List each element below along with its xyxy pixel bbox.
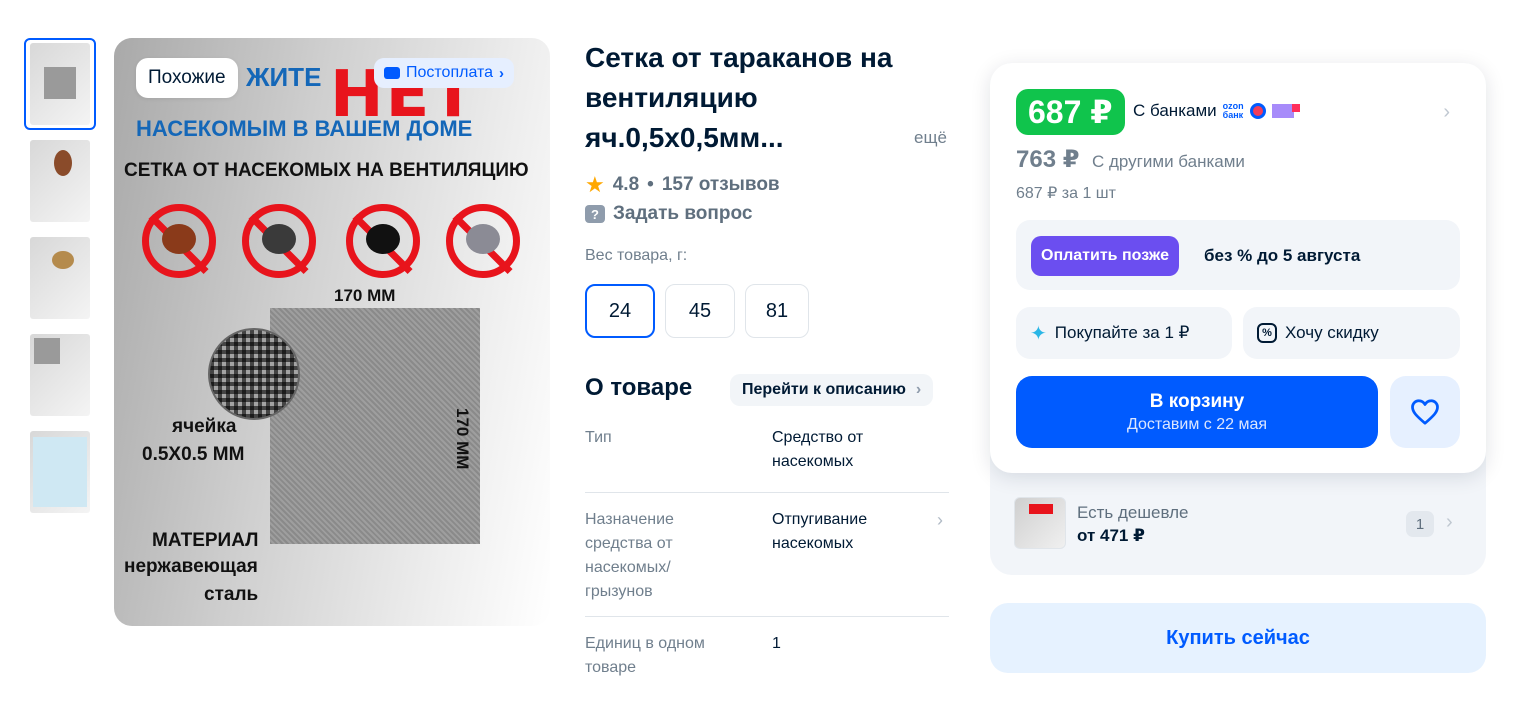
want-discount-label: Хочу скидку xyxy=(1285,323,1379,342)
thumbnail-list xyxy=(24,38,96,523)
chevron-right-icon: › xyxy=(499,64,505,82)
cheaper-offer-thumbnail xyxy=(1014,497,1066,549)
weight-options: 24 45 81 xyxy=(585,284,809,338)
pay-later-block: Оплатить позже без % до 5 августа xyxy=(1016,220,1460,290)
with-banks-link[interactable]: С банками ozon банк xyxy=(1133,101,1300,121)
weight-label: Вес товара, г: xyxy=(585,247,688,264)
ozon-bank-logo: ozon банк xyxy=(1222,101,1244,120)
ask-question-link[interactable]: ? Задать вопрос xyxy=(585,203,752,225)
spec-row: Единиц в одном товаре 1 xyxy=(585,632,949,680)
cockroach-icon xyxy=(162,224,196,254)
pay-later-button[interactable]: Оплатить позже xyxy=(1031,236,1179,276)
thumbnail-1[interactable] xyxy=(24,38,96,130)
buy-for-1-label: Покупайте за 1 ₽ xyxy=(1054,323,1190,342)
weight-option-24[interactable]: 24 xyxy=(585,284,655,338)
image-material-text: нержавеющая xyxy=(124,556,258,577)
thumbnail-3[interactable] xyxy=(24,232,96,324)
image-headline-text: ЖИТЕ xyxy=(246,62,322,92)
price-card: 687 ₽ С банками ozon банк › 763 ₽ С други… xyxy=(990,63,1486,473)
mouse-icon xyxy=(466,224,500,254)
heart-icon xyxy=(1411,399,1439,425)
with-banks-label: С банками xyxy=(1133,101,1217,120)
thumbnail-5[interactable] xyxy=(24,426,96,518)
weight-option-45[interactable]: 45 xyxy=(665,284,735,338)
mesh-closeup-image xyxy=(208,328,300,420)
spec-row[interactable]: Назначение средства от насекомых/ грызун… xyxy=(585,508,949,604)
rating-separator: • xyxy=(647,174,654,195)
thumbnail-image xyxy=(30,43,90,125)
price-badge: 687 ₽ xyxy=(1016,89,1125,135)
weight-option-81[interactable]: 81 xyxy=(745,284,809,338)
image-size-horizontal-text: 170 ММ xyxy=(334,286,396,305)
product-main-image[interactable]: ЖИТЕ НЕТ НАСЕКОМЫМ В ВАШЕМ ДОМЕ СЕТКА ОТ… xyxy=(114,38,550,626)
price-per-unit: 687 ₽ за 1 шт xyxy=(1016,185,1116,202)
similar-button[interactable]: Похожие xyxy=(136,58,238,98)
spec-value: Отпугивание насекомых xyxy=(772,511,868,552)
favorite-button[interactable] xyxy=(1390,376,1460,448)
delivery-date-label: Доставим с 22 мая xyxy=(1126,415,1268,433)
cheaper-offers-link[interactable]: Есть дешевле от 471 ₽ 1 › xyxy=(1014,497,1464,553)
pay-later-terms: без % до 5 августа xyxy=(1204,246,1361,265)
other-banks-price: 763 ₽ xyxy=(1016,146,1080,173)
spec-key: Назначение средства от насекомых/ грызун… xyxy=(585,511,674,600)
spec-key: Единиц в одном товаре xyxy=(585,635,705,676)
buy-for-1-button[interactable]: ✦ Покупайте за 1 ₽ xyxy=(1016,307,1232,359)
chevron-right-icon: › xyxy=(937,510,943,530)
chevron-right-icon[interactable]: › xyxy=(1443,101,1450,124)
thumbnail-image xyxy=(30,237,90,319)
spider-icon xyxy=(366,224,400,254)
truck-icon xyxy=(384,67,400,79)
more-link[interactable]: ещё xyxy=(914,128,947,148)
spec-value: 1 xyxy=(772,635,781,652)
image-subheadline-text: НАСЕКОМЫМ В ВАШЕМ ДОМЕ xyxy=(136,116,473,141)
to-description-button[interactable]: Перейти к описанию › xyxy=(730,374,934,406)
postpay-label: Постоплата xyxy=(406,64,494,81)
cheaper-count-badge: 1 xyxy=(1406,511,1434,537)
rating-value: 4.8 xyxy=(612,174,640,195)
discount-icon: % xyxy=(1257,323,1277,343)
thumbnail-image xyxy=(30,140,90,222)
mesh-sheet-image xyxy=(270,308,480,544)
bank-logo-icon xyxy=(1271,104,1300,118)
thumbnail-2[interactable] xyxy=(24,135,96,227)
spec-row: Тип Средство от насекомых xyxy=(585,426,949,482)
chevron-right-icon: › xyxy=(1446,511,1453,533)
image-material-text: сталь xyxy=(204,584,259,605)
ask-question-label: Задать вопрос xyxy=(613,203,753,224)
other-banks-label: С другими банками xyxy=(1092,152,1245,171)
image-material-text: МАТЕРИАЛ xyxy=(152,530,259,551)
reviews-count: 157 отзывов xyxy=(661,174,780,195)
bank-logo-icon xyxy=(1249,103,1266,119)
question-icon: ? xyxy=(585,205,605,223)
cheaper-title: Есть дешевле xyxy=(1077,503,1189,522)
thumbnail-4[interactable] xyxy=(24,329,96,421)
product-title: Сетка от тараканов на вентиляцию яч.0,5х… xyxy=(585,42,893,153)
cheaper-price: от 471 ₽ xyxy=(1077,526,1145,545)
fly-icon xyxy=(262,224,296,254)
postpay-badge[interactable]: Постоплата › xyxy=(374,58,515,88)
thumbnail-image xyxy=(30,334,90,416)
divider xyxy=(585,492,949,493)
divider xyxy=(585,616,949,617)
about-heading: О товаре xyxy=(585,374,693,401)
want-discount-button[interactable]: % Хочу скидку xyxy=(1243,307,1460,359)
add-to-cart-button[interactable]: В корзину Доставим с 22 мая xyxy=(1016,376,1378,448)
buy-now-button[interactable]: Купить сейчас xyxy=(990,603,1486,673)
thumbnail-image xyxy=(30,431,90,513)
spec-value: Средство от насекомых xyxy=(772,429,864,470)
rating-link[interactable]: ★ 4.8 • 157 отзывов xyxy=(585,172,780,198)
image-size-vertical-text: 170 ММ xyxy=(453,408,472,470)
spec-key: Тип xyxy=(585,429,612,446)
image-cell-text: ячейка xyxy=(172,416,237,437)
chevron-right-icon: › xyxy=(915,381,922,398)
to-description-label: Перейти к описанию xyxy=(742,381,906,398)
image-caption-text: СЕТКА ОТ НАСЕКОМЫХ НА ВЕНТИЛЯЦИЮ xyxy=(124,160,529,181)
add-to-cart-label: В корзину xyxy=(1149,390,1245,412)
sparkle-icon: ✦ xyxy=(1030,322,1047,345)
star-icon: ★ xyxy=(585,172,605,197)
image-cell-size-text: 0.5X0.5 ММ xyxy=(142,444,245,465)
